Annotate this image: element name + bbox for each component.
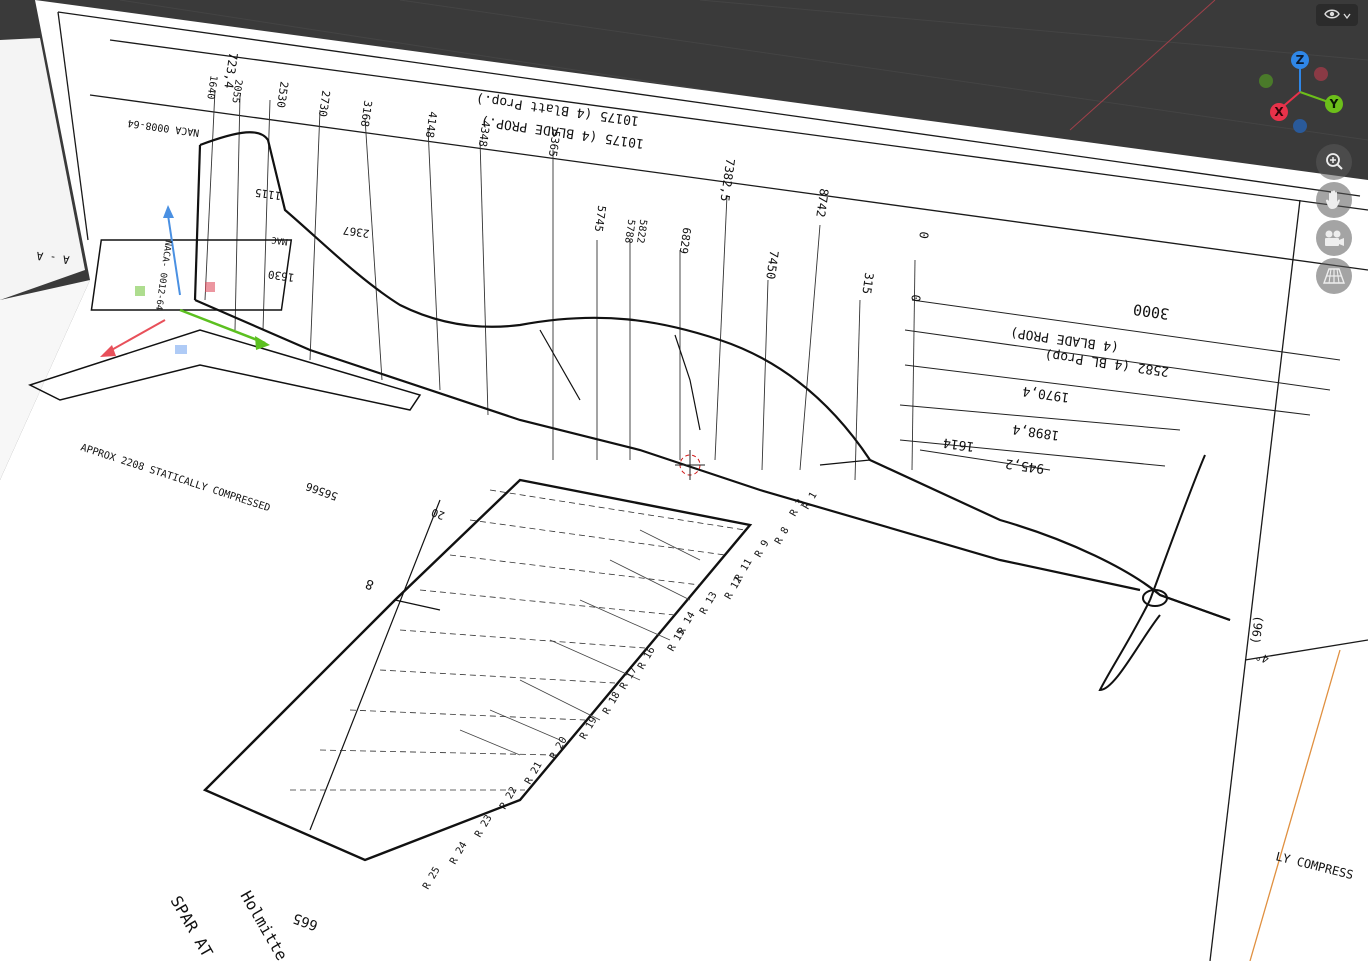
vdim-315: 315	[859, 272, 876, 295]
perspective-toggle-button[interactable]	[1316, 258, 1352, 294]
eye-icon	[1323, 8, 1340, 23]
neg-y-handle	[1259, 74, 1273, 88]
y-label: Y	[1329, 97, 1339, 111]
camera-view-button[interactable]	[1316, 220, 1352, 256]
navigation-gizmo[interactable]: Z Y X	[1248, 46, 1358, 138]
neg-x-handle	[1314, 67, 1328, 81]
zoom-in-icon	[1324, 152, 1344, 172]
3d-viewport[interactable]: 10175 (4 Blatt Prop.) 10175 (4 BLADE PRO…	[0, 0, 1368, 961]
zoom-button[interactable]	[1316, 144, 1352, 180]
x-label: X	[1274, 105, 1284, 119]
viewport-scene[interactable]: 10175 (4 Blatt Prop.) 10175 (4 BLADE PRO…	[0, 0, 1368, 961]
camera-icon	[1323, 229, 1345, 247]
hand-icon	[1324, 189, 1344, 211]
pan-button[interactable]	[1316, 182, 1352, 218]
viewport-overlay-toggle[interactable]	[1316, 4, 1358, 26]
grid-perspective-icon	[1323, 267, 1345, 285]
chevron-down-icon	[1342, 9, 1351, 22]
z-label: Z	[1296, 53, 1305, 67]
neg-z-handle	[1293, 119, 1307, 133]
